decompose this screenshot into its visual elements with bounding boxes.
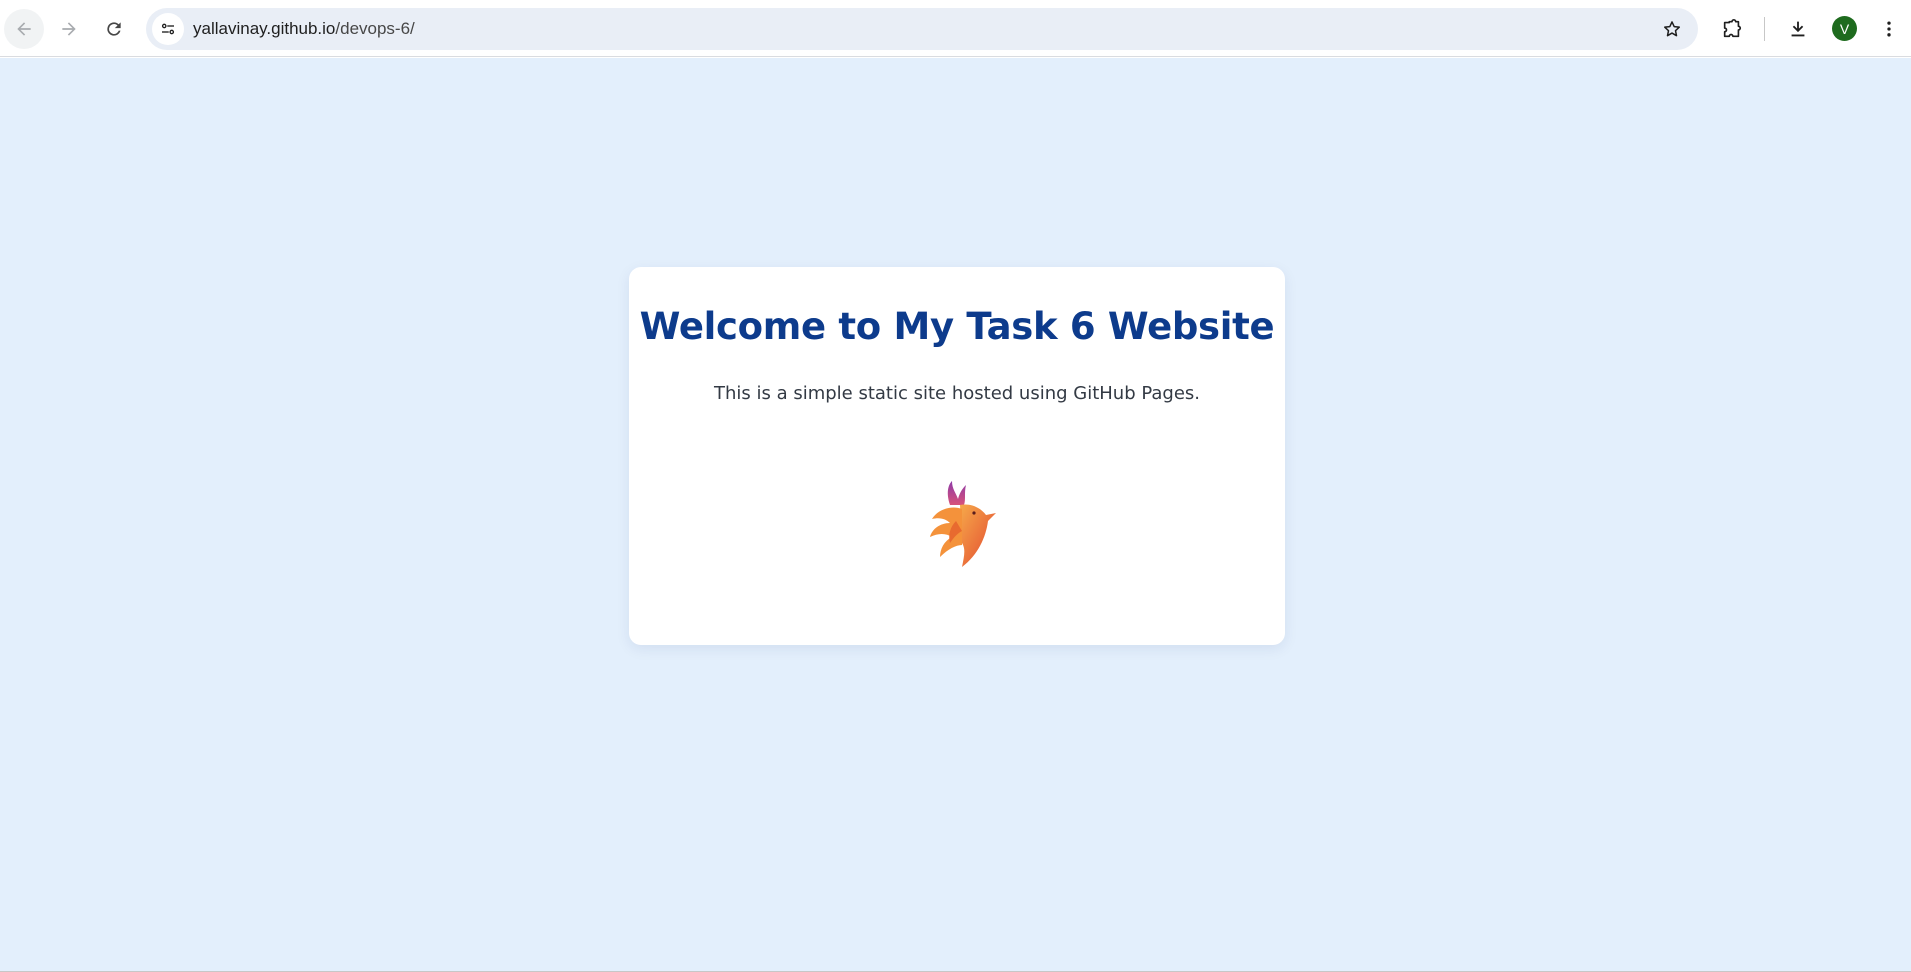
reload-button[interactable] xyxy=(94,9,134,49)
browser-toolbar: yallavinay.github.io/devops-6/ V xyxy=(0,0,1911,57)
back-button[interactable] xyxy=(4,9,44,49)
profile-avatar[interactable]: V xyxy=(1832,16,1857,41)
forward-arrow-icon xyxy=(62,22,76,36)
phoenix-logo-icon xyxy=(930,480,996,567)
extensions-button[interactable] xyxy=(1718,15,1746,43)
downloads-button[interactable] xyxy=(1784,15,1812,43)
menu-dots-icon xyxy=(1887,21,1891,37)
bookmark-button[interactable] xyxy=(1660,17,1684,41)
site-info-icon xyxy=(161,23,175,35)
download-icon xyxy=(1791,21,1805,37)
url-text[interactable]: yallavinay.github.io/devops-6/ xyxy=(193,19,415,39)
star-icon xyxy=(1664,21,1680,37)
welcome-card: Welcome to My Task 6 Website This is a s… xyxy=(629,267,1285,645)
back-arrow-icon xyxy=(17,22,31,36)
url-host: yallavinay.github.io xyxy=(193,19,336,38)
page-subtitle: This is a simple static site hosted usin… xyxy=(713,383,1201,404)
reload-icon xyxy=(107,22,121,36)
address-bar[interactable]: yallavinay.github.io/devops-6/ xyxy=(146,8,1698,50)
logo-image xyxy=(862,432,1052,617)
url-path: /devops-6/ xyxy=(335,19,415,38)
forward-button[interactable] xyxy=(49,9,89,49)
toolbar-separator xyxy=(1764,17,1765,41)
extensions-icon xyxy=(1723,19,1742,38)
site-info-button[interactable] xyxy=(152,13,184,45)
page-title: Welcome to My Task 6 Website xyxy=(639,305,1275,348)
browser-menu-button[interactable] xyxy=(1875,15,1903,43)
